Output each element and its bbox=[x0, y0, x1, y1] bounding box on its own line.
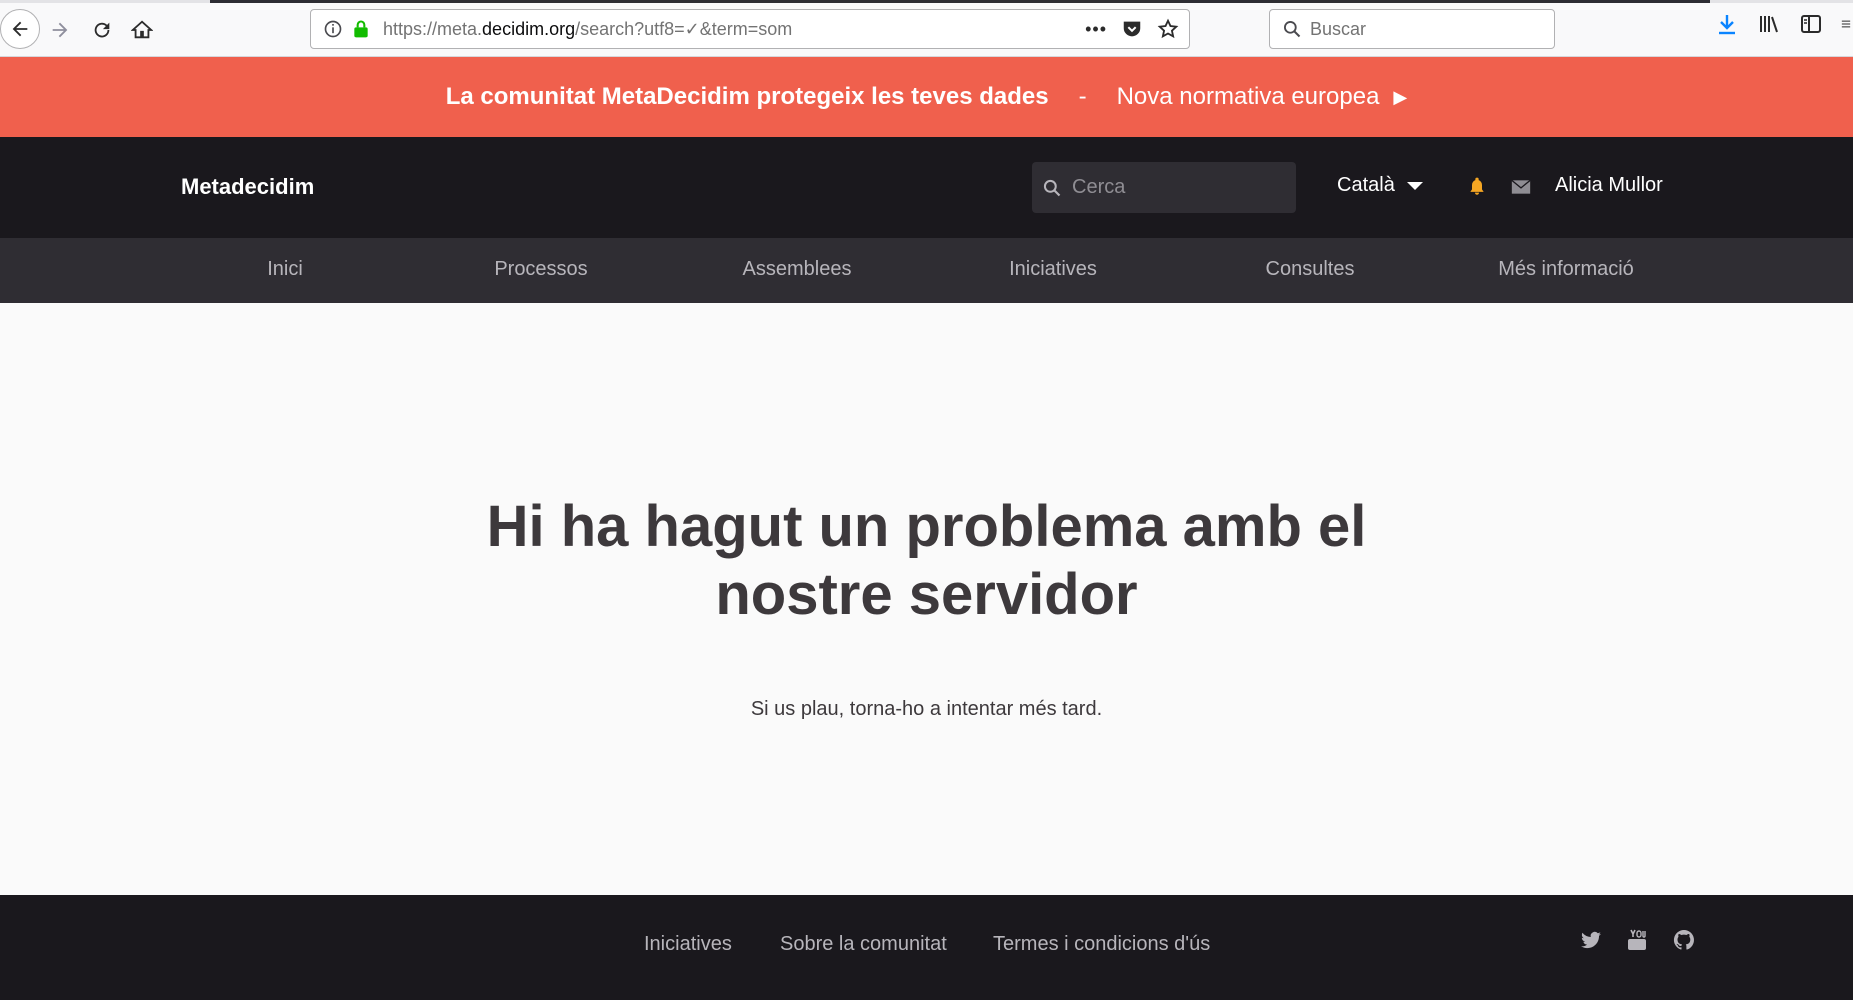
nav-item-processos[interactable]: Processos bbox=[494, 258, 587, 281]
browser-toolbar: https://meta.decidim.org/search?utf8=✓&t… bbox=[0, 0, 1853, 57]
pocket-icon[interactable] bbox=[1121, 18, 1143, 40]
toolbar-right bbox=[1715, 12, 1853, 36]
banner-separator: - bbox=[1078, 83, 1087, 110]
browser-search-input[interactable] bbox=[1310, 18, 1540, 40]
arrow-right-icon bbox=[52, 22, 68, 38]
footer-link-iniciatives[interactable]: Iniciatives bbox=[644, 933, 732, 956]
site-logo[interactable]: Metadecidim bbox=[181, 174, 314, 200]
announcement-banner[interactable]: La comunitat MetaDecidim protegeix les t… bbox=[0, 57, 1853, 137]
menu-icon[interactable] bbox=[1841, 12, 1851, 36]
reload-button[interactable] bbox=[84, 12, 120, 48]
sidebar-icon[interactable] bbox=[1799, 12, 1823, 36]
caret-down-icon bbox=[1406, 181, 1423, 190]
footer-link-termes[interactable]: Termes i condicions d'ús bbox=[993, 933, 1210, 956]
twitter-link[interactable] bbox=[1579, 928, 1603, 957]
back-button[interactable] bbox=[0, 9, 40, 49]
nav-item-inici[interactable]: Inici bbox=[267, 258, 303, 281]
bell-icon[interactable] bbox=[1467, 176, 1487, 196]
site-header: Metadecidim Català Alicia Mullor bbox=[0, 137, 1853, 238]
language-label: Català bbox=[1337, 174, 1395, 196]
nav-item-consultes[interactable]: Consultes bbox=[1266, 258, 1355, 281]
url-text: https://meta.decidim.org/search?utf8=✓&t… bbox=[383, 19, 792, 40]
site-search[interactable] bbox=[1032, 162, 1296, 213]
search-icon bbox=[1043, 179, 1061, 196]
page-actions-button[interactable]: ••• bbox=[1085, 19, 1107, 40]
error-title-line1: Hi ha hagut un problema amb el bbox=[486, 494, 1367, 559]
nav-item-assemblees[interactable]: Assemblees bbox=[743, 258, 852, 281]
forward-button[interactable] bbox=[42, 12, 78, 48]
download-icon[interactable] bbox=[1715, 12, 1739, 36]
site-search-input[interactable] bbox=[1072, 176, 1282, 199]
banner-title: La comunitat MetaDecidim protegeix les t… bbox=[445, 83, 1049, 110]
bookmark-star-icon[interactable] bbox=[1157, 18, 1179, 40]
url-bar[interactable]: https://meta.decidim.org/search?utf8=✓&t… bbox=[310, 9, 1190, 49]
home-icon bbox=[131, 20, 153, 39]
url-host: decidim.org bbox=[482, 18, 576, 39]
library-icon[interactable] bbox=[1757, 12, 1781, 36]
info-icon bbox=[324, 20, 342, 38]
url-suffix: /search?utf8=✓&term=som bbox=[575, 18, 793, 39]
url-prefix: https://meta. bbox=[383, 18, 483, 39]
youtube-link[interactable] bbox=[1625, 928, 1649, 957]
twitter-icon bbox=[1581, 931, 1601, 949]
lock-icon bbox=[354, 20, 368, 38]
error-message: Si us plau, torna-ho a intentar més tard… bbox=[750, 698, 1103, 720]
mail-icon[interactable] bbox=[1511, 179, 1531, 195]
url-actions: ••• bbox=[1085, 18, 1179, 40]
site-footer: Iniciatives Sobre la comunitat Termes i … bbox=[0, 895, 1853, 1000]
search-icon bbox=[1284, 21, 1301, 38]
nav-item-iniciatives[interactable]: Iniciatives bbox=[1009, 258, 1097, 281]
user-name[interactable]: Alicia Mullor bbox=[1555, 174, 1663, 197]
nav-item-mes-informacio[interactable]: Més informació bbox=[1498, 258, 1634, 281]
error-title-line2: nostre servidor bbox=[715, 562, 1138, 627]
main-content: Hi ha hagut un problema amb el nostre se… bbox=[0, 303, 1853, 895]
arrow-left-icon bbox=[12, 21, 28, 37]
github-link[interactable] bbox=[1672, 928, 1696, 957]
youtube-icon bbox=[1628, 929, 1646, 950]
error-title: Hi ha hagut un problema amb el nostre se… bbox=[0, 493, 1853, 629]
main-nav: Inici Processos Assemblees Iniciatives C… bbox=[0, 238, 1853, 303]
banner-link[interactable]: Nova normativa europea bbox=[1117, 83, 1380, 111]
tab-strip bbox=[0, 0, 1853, 3]
language-selector[interactable]: Català bbox=[1337, 174, 1423, 197]
home-button[interactable] bbox=[124, 12, 160, 48]
footer-link-sobre-la-comunitat[interactable]: Sobre la comunitat bbox=[780, 933, 947, 956]
github-icon bbox=[1673, 929, 1694, 950]
reload-icon bbox=[94, 22, 110, 38]
browser-search-bar[interactable] bbox=[1269, 9, 1555, 49]
play-arrow-icon: ▶ bbox=[1393, 86, 1408, 107]
